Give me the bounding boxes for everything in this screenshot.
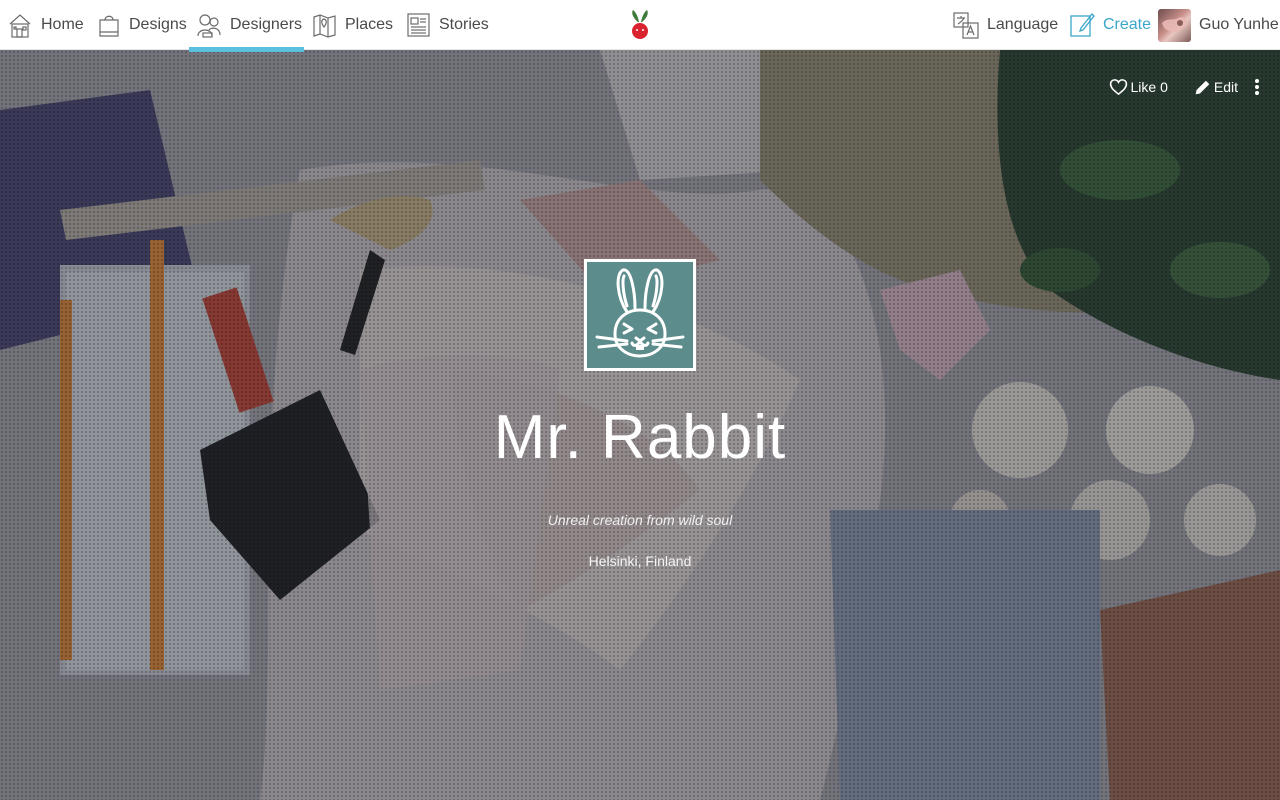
nav-create[interactable]: Create bbox=[1069, 0, 1151, 50]
edit-button[interactable]: Edit bbox=[1194, 79, 1238, 96]
designs-icon bbox=[99, 15, 119, 37]
radish-logo-icon[interactable] bbox=[627, 8, 653, 42]
nav-designs-label: Designs bbox=[129, 16, 187, 33]
nav-home-label: Home bbox=[41, 16, 84, 33]
nav-home[interactable]: Home bbox=[8, 0, 84, 50]
create-icon bbox=[1070, 13, 1095, 37]
nav-designs[interactable]: Designs bbox=[97, 0, 187, 50]
pencil-icon bbox=[1195, 80, 1210, 94]
designers-icon bbox=[197, 14, 221, 38]
more-options-button[interactable] bbox=[1254, 79, 1260, 95]
like-button-label: Like 0 bbox=[1130, 79, 1168, 95]
nav-stories[interactable]: Stories bbox=[406, 0, 489, 50]
stories-icon bbox=[407, 13, 430, 37]
nav-places[interactable]: Places bbox=[312, 0, 393, 50]
profile-hero: Like 0 Edit Mr. Rabbit Unreal creation f… bbox=[0, 50, 1280, 800]
nav-create-label: Create bbox=[1103, 16, 1152, 33]
profile-name: Mr. Rabbit bbox=[493, 403, 787, 472]
rabbit-icon bbox=[595, 268, 685, 358]
profile-location: Helsinki, Finland bbox=[588, 553, 692, 569]
user-name: Guo Yunhe bbox=[1199, 16, 1279, 33]
nav-designers[interactable]: Designers bbox=[196, 0, 302, 50]
top-navigation: Home Designs Designers Places Stories La… bbox=[0, 0, 1280, 52]
user-avatar bbox=[1158, 8, 1191, 42]
nav-designers-label: Designers bbox=[230, 16, 303, 33]
nav-places-label: Places bbox=[345, 16, 394, 33]
like-button[interactable]: Like 0 bbox=[1109, 78, 1168, 96]
nav-user-menu[interactable]: Guo Yunhe bbox=[1158, 0, 1279, 50]
edit-button-label: Edit bbox=[1213, 79, 1238, 95]
language-icon bbox=[953, 12, 979, 39]
heart-icon bbox=[1109, 79, 1127, 96]
places-icon bbox=[313, 14, 336, 38]
more-vertical-icon bbox=[1255, 79, 1259, 95]
profile-actions: Like 0 Edit bbox=[1109, 78, 1260, 96]
nav-language[interactable]: Language bbox=[953, 0, 1058, 50]
home-icon bbox=[9, 14, 31, 38]
active-tab-indicator bbox=[189, 47, 304, 52]
profile-avatar bbox=[584, 259, 696, 371]
profile-tagline: Unreal creation from wild soul bbox=[547, 512, 733, 528]
nav-language-label: Language bbox=[987, 16, 1059, 33]
nav-stories-label: Stories bbox=[439, 16, 489, 33]
